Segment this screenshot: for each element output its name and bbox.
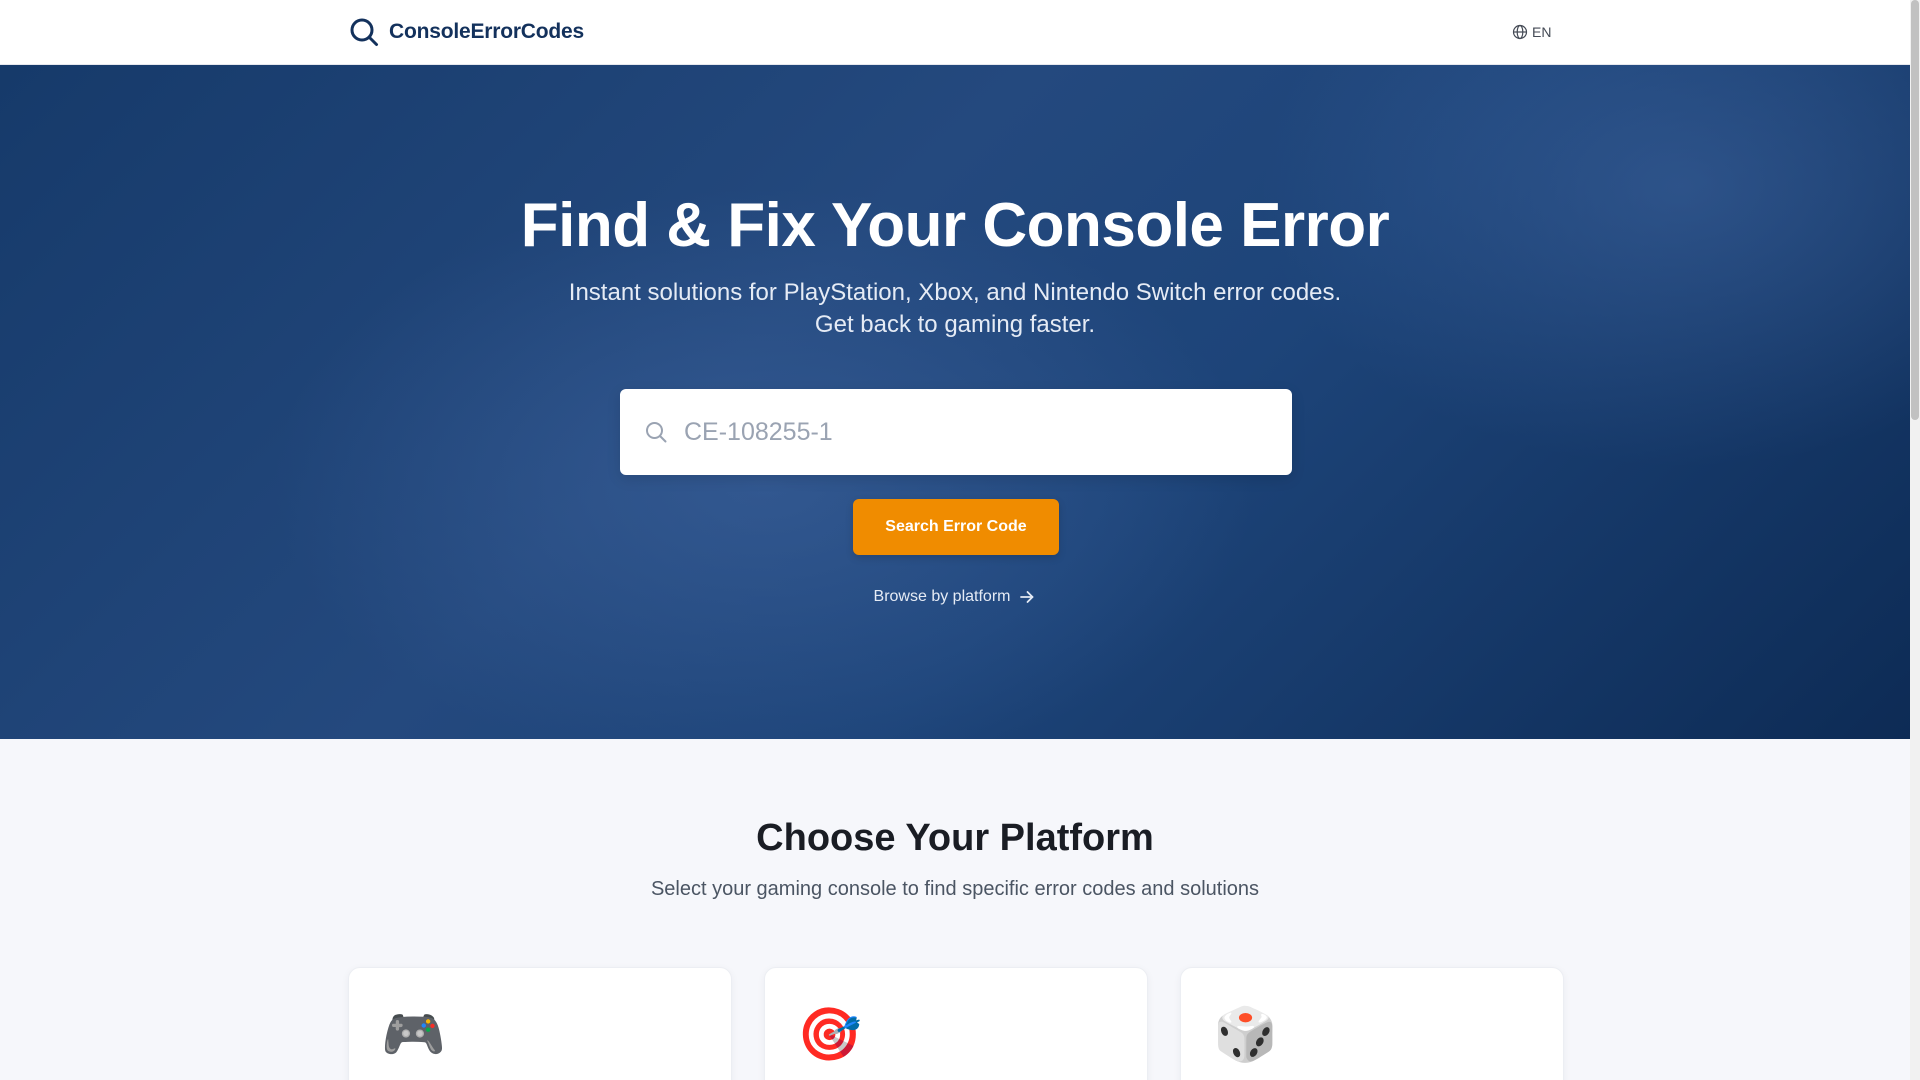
language-label: EN [1532,24,1552,40]
hero-title: Find & Fix Your Console Error [520,191,1390,260]
site-header: ConsoleErrorCodes EN [0,0,1910,65]
brand-name: ConsoleErrorCodes [389,20,584,43]
search-icon [646,422,667,443]
hero-subtitle-line-1: Instant solutions for PlayStation, Xbox,… [568,279,1342,306]
globe-icon [1512,24,1528,40]
target-icon: 🎯 [797,1005,862,1065]
gamepad-icon: 🎮 [381,1005,446,1065]
platforms-title: Choose Your Platform [756,817,1154,859]
search-error-code-button[interactable]: Search Error Code [853,499,1059,555]
error-code-search-input[interactable] [684,407,1274,457]
platform-card-1[interactable]: 🎮 [348,967,732,1080]
platforms-subtitle: Select your gaming console to find speci… [650,878,1260,900]
browse-by-platform-link[interactable]: Browse by platform [0,588,1910,606]
platform-card-2[interactable]: 🎯 [764,967,1148,1080]
platform-card-3[interactable]: 🎲 [1180,967,1564,1080]
browse-link-label: Browse by platform [873,588,1011,605]
hero-section: Find & Fix Your Console Error Instant so… [0,65,1910,739]
search-box [620,389,1292,475]
arrow-right-icon [1020,591,1034,603]
search-icon [350,18,378,46]
hero-subtitle: Instant solutions for PlayStation, Xbox,… [0,277,1910,341]
page-scrollbar-thumb[interactable] [1911,0,1919,420]
brand-logo-link[interactable]: ConsoleErrorCodes [349,16,584,48]
hero-subtitle-line-2: Get back to gaming faster. [814,311,1096,338]
language-selector[interactable]: EN [1512,22,1551,42]
dice-icon: 🎲 [1213,1005,1278,1065]
